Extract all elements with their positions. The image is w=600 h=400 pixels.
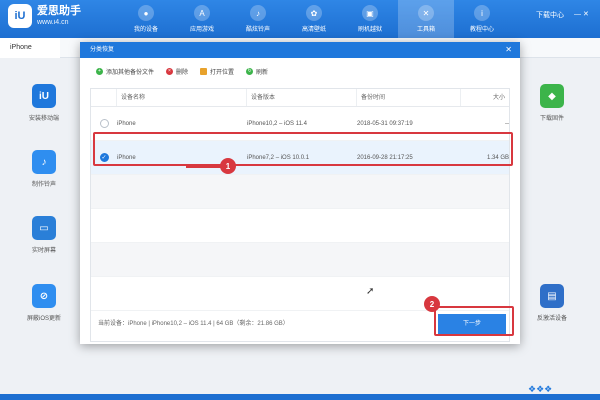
add-icon: + — [96, 67, 103, 75]
column-header-size[interactable]: 大小 — [461, 89, 509, 106]
i4-app-icon: iU — [32, 84, 56, 108]
tool-label: 反激活设备 — [536, 316, 567, 322]
bell-icon: ♪ — [32, 150, 56, 174]
bottom-bar — [0, 394, 600, 400]
toolbar-label: 添加其他备份文件 — [106, 69, 155, 76]
screen-icon: ▭ — [32, 216, 56, 240]
window-controls[interactable]: — ✕ — [574, 10, 589, 18]
highlight-box-next — [434, 306, 514, 336]
apple-icon: ● — [138, 5, 154, 21]
close-icon[interactable]: ✕ — [505, 42, 512, 58]
callout-badge-2: 2 — [424, 296, 440, 312]
tool-label: 安装移动端 — [28, 116, 59, 122]
delete-icon: × — [166, 67, 174, 75]
box-icon: ▣ — [362, 5, 378, 21]
tool-label: 实时屏幕 — [31, 248, 56, 254]
dialog-toolbar: + 添加其他备份文件 × 删除 打开位置 ↻ 刷新 — [80, 58, 520, 78]
dialog-title: 分类恢复 — [90, 47, 115, 53]
cell-version: iPhone10,2 – iOS 11.4 — [247, 120, 307, 127]
tool-install-mobile[interactable]: iU 安装移动端 — [14, 84, 74, 122]
nav-label: 我的设备 — [133, 27, 158, 33]
tool-block-update[interactable]: ⊘ 屏蔽iOS更新 — [14, 284, 74, 322]
logo-badge: iU — [8, 4, 32, 28]
cell-time: 2018-05-31 09:37:19 — [357, 120, 413, 127]
bell-icon: ♪ — [250, 5, 266, 21]
tool-deactivate-device[interactable]: ▤ 反激活设备 — [522, 284, 582, 322]
refresh-icon: ↻ — [246, 67, 254, 75]
column-header-version[interactable]: 设备版本 — [247, 89, 357, 106]
folder-icon — [200, 67, 208, 75]
restore-dialog: 分类恢复 ✕ + 添加其他备份文件 × 删除 打开位置 ↻ 刷新 设备名称 设备… — [80, 42, 520, 344]
highlight-box-row — [93, 132, 513, 166]
dialog-header: 分类恢复 ✕ — [80, 42, 520, 58]
radio-button[interactable] — [99, 119, 109, 128]
nav-label: 应用游戏 — [189, 27, 214, 33]
toolbar-label: 删除 — [176, 69, 189, 76]
tools-icon: ✕ — [418, 5, 434, 21]
tool-make-ringtone[interactable]: ♪ 制作铃声 — [14, 150, 74, 188]
nav-apps[interactable]: A 应用游戏 — [174, 0, 230, 38]
tool-download-firmware[interactable]: ◆ 下载固件 — [522, 84, 582, 122]
refresh-button[interactable]: ↻ 刷新 — [246, 64, 268, 78]
nav-wallpapers[interactable]: ✿ 高清壁纸 — [286, 0, 342, 38]
current-device-info: 当前设备：iPhone | iPhone10,2 – iOS 11.4 | 64… — [98, 321, 289, 327]
nav-label: 酷炫铃声 — [245, 27, 270, 33]
download-center-button[interactable]: 下载中心 — [536, 10, 564, 20]
top-bar: iU 爱思助手 www.i4.cn ● 我的设备 A 应用游戏 ♪ 酷炫铃声 ✿ 高清壁… — [0, 0, 600, 38]
open-location-button[interactable]: 打开位置 — [200, 64, 234, 78]
delete-button[interactable]: × 删除 — [166, 64, 188, 78]
logo-name: 爱思助手 — [37, 5, 81, 17]
app-store-icon: A — [194, 5, 210, 21]
wallpaper-icon: ✿ — [306, 5, 322, 21]
firmware-icon: ◆ — [540, 84, 564, 108]
tool-label: 下载固件 — [539, 116, 564, 122]
nav-label: 高清壁纸 — [301, 27, 326, 33]
nav-label: 工具箱 — [416, 27, 435, 33]
block-update-icon: ⊘ — [32, 284, 56, 308]
empty-row — [91, 243, 509, 277]
column-header-name[interactable]: 设备名称 — [117, 89, 247, 106]
nav-my-device[interactable]: ● 我的设备 — [118, 0, 174, 38]
cell-size: -- — [505, 120, 509, 127]
toolbar-label: 打开位置 — [210, 69, 235, 76]
empty-row — [91, 175, 509, 209]
tab-iphone[interactable]: iPhone — [0, 38, 60, 58]
nav-label: 教程中心 — [469, 27, 494, 33]
app-logo: iU 爱思助手 www.i4.cn — [8, 4, 81, 28]
empty-row — [91, 209, 509, 243]
add-backup-button[interactable]: + 添加其他备份文件 — [96, 64, 154, 78]
tool-label: 制作铃声 — [31, 182, 56, 188]
tool-live-screen[interactable]: ▭ 实时屏幕 — [14, 216, 74, 254]
info-icon: i — [474, 5, 490, 21]
main-nav: ● 我的设备 A 应用游戏 ♪ 酷炫铃声 ✿ 高清壁纸 ▣ 刷机越狱 ✕ 工具箱 i 教程中心 — [118, 0, 510, 38]
nav-flash[interactable]: ▣ 刷机越狱 — [342, 0, 398, 38]
toolbar-label: 刷新 — [256, 69, 269, 76]
cell-name: iPhone — [117, 120, 136, 127]
backup-table: 设备名称 设备版本 备份时间 大小 iPhone iPhone10,2 – iO… — [90, 88, 510, 342]
nav-toolbox[interactable]: ✕ 工具箱 — [398, 0, 454, 38]
nav-tutorials[interactable]: i 教程中心 — [454, 0, 510, 38]
nav-label: 刷机越狱 — [357, 27, 382, 33]
table-header: 设备名称 设备版本 备份时间 大小 — [91, 89, 509, 107]
deactivate-icon: ▤ — [540, 284, 564, 308]
logo-url: www.i4.cn — [37, 19, 69, 26]
column-header-time[interactable]: 备份时间 — [357, 89, 461, 106]
tool-label: 屏蔽iOS更新 — [26, 316, 61, 322]
callout-badge-1: 1 — [220, 158, 236, 174]
mouse-cursor-icon: ➚ — [366, 286, 375, 297]
nav-ringtones[interactable]: ♪ 酷炫铃声 — [230, 0, 286, 38]
